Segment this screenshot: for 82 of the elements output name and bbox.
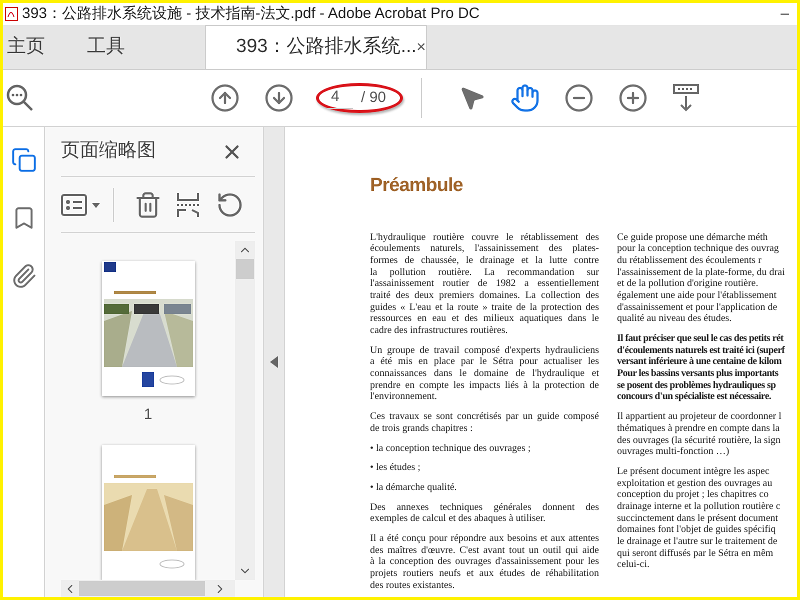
scroll-mode-icon[interactable] <box>672 83 700 113</box>
text-line: à la conception des ouvrages d'assainissement pour les <box>370 556 599 568</box>
collapse-arrow-icon[interactable] <box>270 356 278 368</box>
text-line: qui seront diffusés par le Sétra en mêm <box>617 548 774 560</box>
text-line: de trois grands chapitres : <box>370 422 474 434</box>
previous-page-icon[interactable] <box>210 83 240 113</box>
paperclip-icon[interactable] <box>10 263 36 289</box>
text-line: prendre en compte les impacts liés à la protection de <box>370 380 599 392</box>
text-line: se posent des problèmes hydrauliques sp <box>617 380 777 392</box>
text-line: Il a été conçu pour répondre aux besoins et aux attentes <box>370 532 599 545</box>
thumbnail-options-icon[interactable] <box>61 192 101 216</box>
page-label: 1 <box>144 405 152 425</box>
minimize-button[interactable]: – <box>780 5 789 23</box>
tab[interactable]: 工具 <box>83 25 129 69</box>
text-line: exploitation et gestion des ouvrages au <box>617 478 774 490</box>
text-line: L'hydraulique routière couvre le rétablissement des <box>370 232 599 244</box>
text-line: la pollution routière. La recommandation sur <box>370 266 599 278</box>
text-line: Des annexes techniques générales donnent des <box>370 502 599 514</box>
text-line: l'assainissement routier de 1982 a essentiellement <box>370 278 599 290</box>
text-line: • la démarche qualité. <box>370 482 458 494</box>
tab[interactable]: 主页 <box>3 25 49 69</box>
text-line: drainage interne et la pollution routière c <box>617 500 782 513</box>
text-line: concours d'un spécialiste est nécessaire. <box>617 391 772 404</box>
text-line: des maîtres d'œuvre. C'est avant tout un outil qui aide <box>370 544 599 556</box>
text-line: projets routiers neufs et aux études de réhabilitation <box>370 568 599 580</box>
tab[interactable]: 393：公路排水系统...× <box>205 25 427 69</box>
close-tab-button[interactable]: × <box>416 36 426 60</box>
text-line: traité des deux premiers domaines. La collection des <box>370 290 599 302</box>
zoom-in-icon[interactable] <box>618 83 648 113</box>
text-line: connaissances dans le domaine de l'hydraulique et <box>370 368 599 380</box>
text-line: a été mis en place par le Sétra pour actualiser les <box>370 356 599 368</box>
horizontal-scrollbar[interactable] <box>61 580 235 597</box>
text-line: succinctement dans le présent document <box>617 512 780 524</box>
text-line: formes de chaussée, le drainage et la lutte contre <box>370 254 599 267</box>
trash-icon[interactable] <box>134 190 162 218</box>
panel-title: 页面缩略图 <box>61 139 156 164</box>
zoom-out-icon[interactable] <box>564 83 594 113</box>
text-line: Pour les bassins versants plus importants <box>617 368 780 380</box>
document-heading: Préambule <box>370 174 464 198</box>
text-line: pour la conception technique des ouvrag <box>617 243 780 255</box>
text-line: Ce guide propose une démarche méth <box>617 232 769 244</box>
pages-icon[interactable] <box>10 147 36 173</box>
page-number-field[interactable]: 4 <box>327 87 353 109</box>
text-line: Ces travaux se sont concrétisés par un guide composé <box>370 411 599 423</box>
text-line: ouvrages multi-fonction …) <box>617 446 730 458</box>
search-icon[interactable] <box>5 83 35 113</box>
text-line: exemples de calcul et des abaques à utiliser. <box>370 513 546 525</box>
text-line: l'assainissement de la plate-forme, du drai <box>617 266 786 278</box>
text-line: du rétablissement des écoulements r <box>617 254 762 267</box>
text-line: ressources en eau et des milieux aquatiques dans le <box>370 313 599 325</box>
text-line: l'environnement. <box>370 391 438 404</box>
text-line: écoulements naturels, l'assainissement des plates- <box>370 243 599 255</box>
text-line: Un groupe de travail composé d'experts hydrauliciens <box>370 344 599 356</box>
text-line: thématiques à prendre en compte dans la <box>617 422 781 434</box>
text-line: domaines font l'objet de guides spécifiq <box>617 524 777 536</box>
split-page-icon[interactable] <box>176 190 200 218</box>
text-line: conception du projet ; les chapitres co <box>617 489 770 501</box>
text-line: cadre des infrastructures routières. <box>370 325 509 337</box>
vertical-scrollbar[interactable] <box>235 241 255 580</box>
next-page-icon[interactable] <box>264 83 294 113</box>
text-line: Il faut préciser que seul le cas des petits rét <box>617 333 785 345</box>
text-line: celui-ci. <box>617 559 650 572</box>
text-line: d'assainissement et pour l'application de <box>617 302 778 314</box>
text-line: guides « L'eau et la route » traite de la protection des <box>370 302 599 314</box>
scrollbar-thumb[interactable] <box>236 259 254 279</box>
text-line: des ouvrages (la sécurité routière, la sign <box>617 434 782 446</box>
window-title: 393：公路排水系统设施 - 技术指南-法文.pdf - Adobe Acrobat Pro DC <box>22 5 480 23</box>
rotate-icon[interactable] <box>216 190 244 218</box>
text-line: • la conception technique des ouvrages ; <box>370 442 532 454</box>
text-line: des routes existantes. <box>370 580 456 592</box>
text-line: qualité au niveau des études. <box>617 313 733 325</box>
text-line: Il appartient au projeteur de coordonner l <box>617 411 782 423</box>
hand-icon[interactable] <box>510 83 540 113</box>
scrollbar-thumb[interactable] <box>79 581 205 596</box>
text-line: Le présent document intègre les aspec <box>617 466 770 478</box>
text-line: et de la pollution d'origine routière. <box>617 278 760 290</box>
text-line: • les études ; <box>370 462 422 474</box>
text-line: également une aide pour l'établissement <box>617 290 778 302</box>
text-line: le drainage et l'autre sur le traitement de <box>617 536 778 548</box>
text-line: d'écoulements naturels est traité ici (superf <box>617 344 786 356</box>
text-line: versant inférieure à une centaine de kilom <box>617 356 783 368</box>
page-count: / 90 <box>361 88 386 108</box>
